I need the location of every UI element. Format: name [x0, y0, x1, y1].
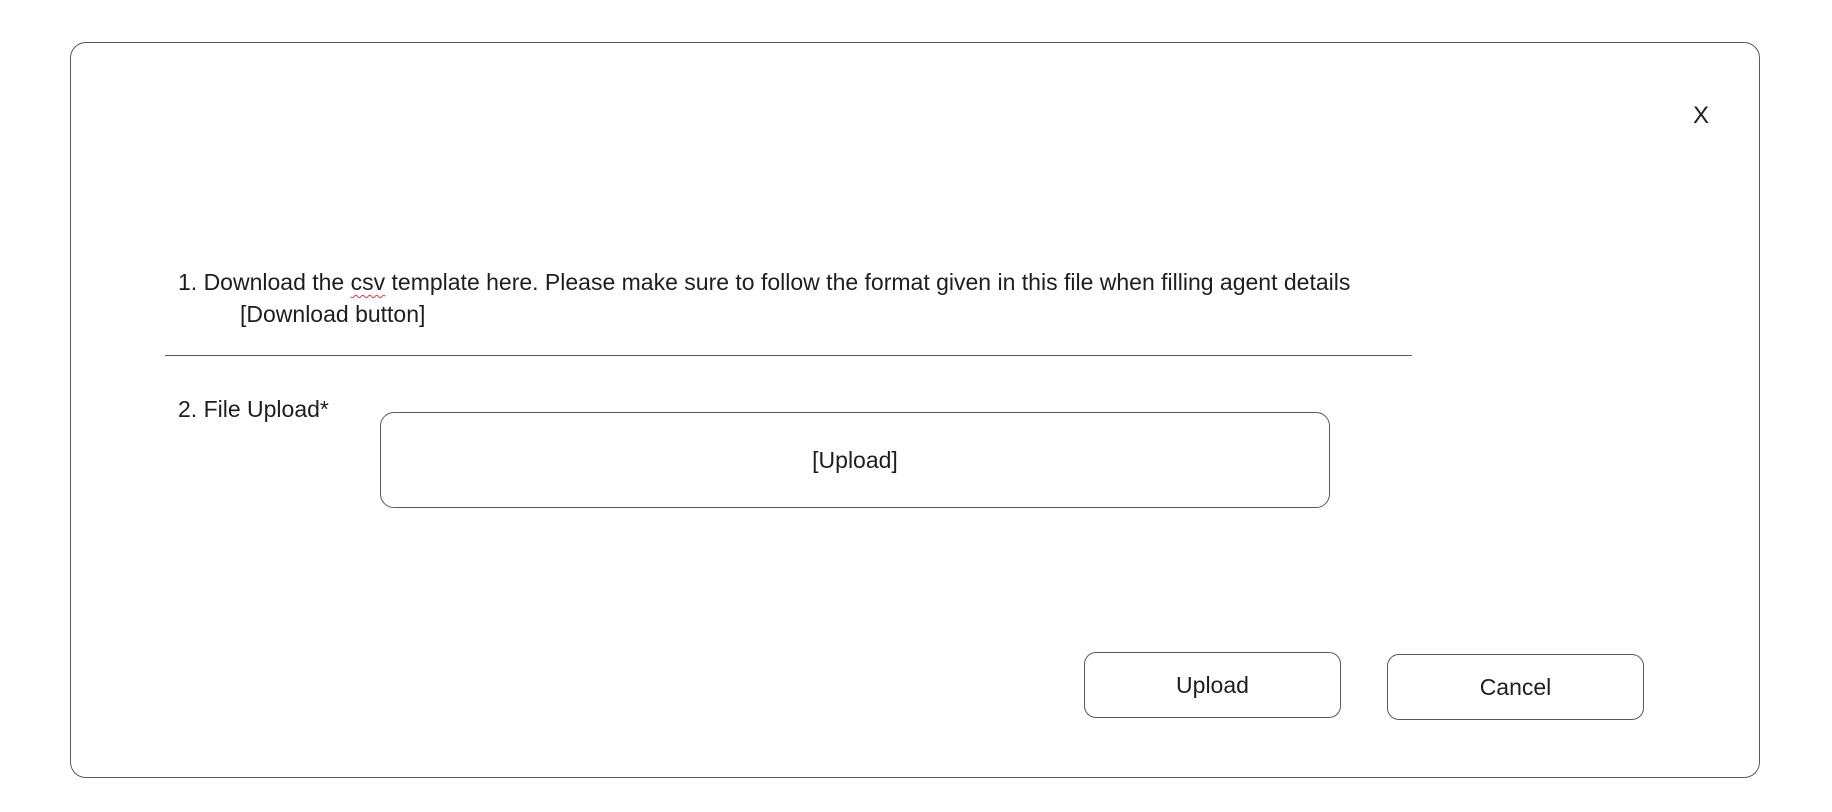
download-template-button[interactable]: [Download button] — [240, 298, 425, 330]
step1-prefix: 1. Download the — [178, 269, 351, 295]
upload-button-label: Upload — [1176, 671, 1249, 698]
cancel-button-label: Cancel — [1479, 673, 1552, 700]
section-divider — [165, 355, 1412, 356]
close-icon[interactable]: X — [1693, 102, 1709, 130]
csv-word: csv — [350, 269, 386, 295]
step1-instruction: 1. Download the csv template here. Pleas… — [178, 266, 1350, 298]
upload-button[interactable]: Upload — [1084, 652, 1341, 718]
file-upload-label: 2. File Upload* — [178, 396, 329, 422]
cancel-button[interactable]: Cancel — [1387, 654, 1644, 720]
step1-suffix: template here. Please make sure to follo… — [385, 269, 1351, 295]
file-upload-dropzone-label: [Upload] — [812, 446, 898, 473]
file-upload-dropzone[interactable]: [Upload] — [380, 412, 1330, 508]
